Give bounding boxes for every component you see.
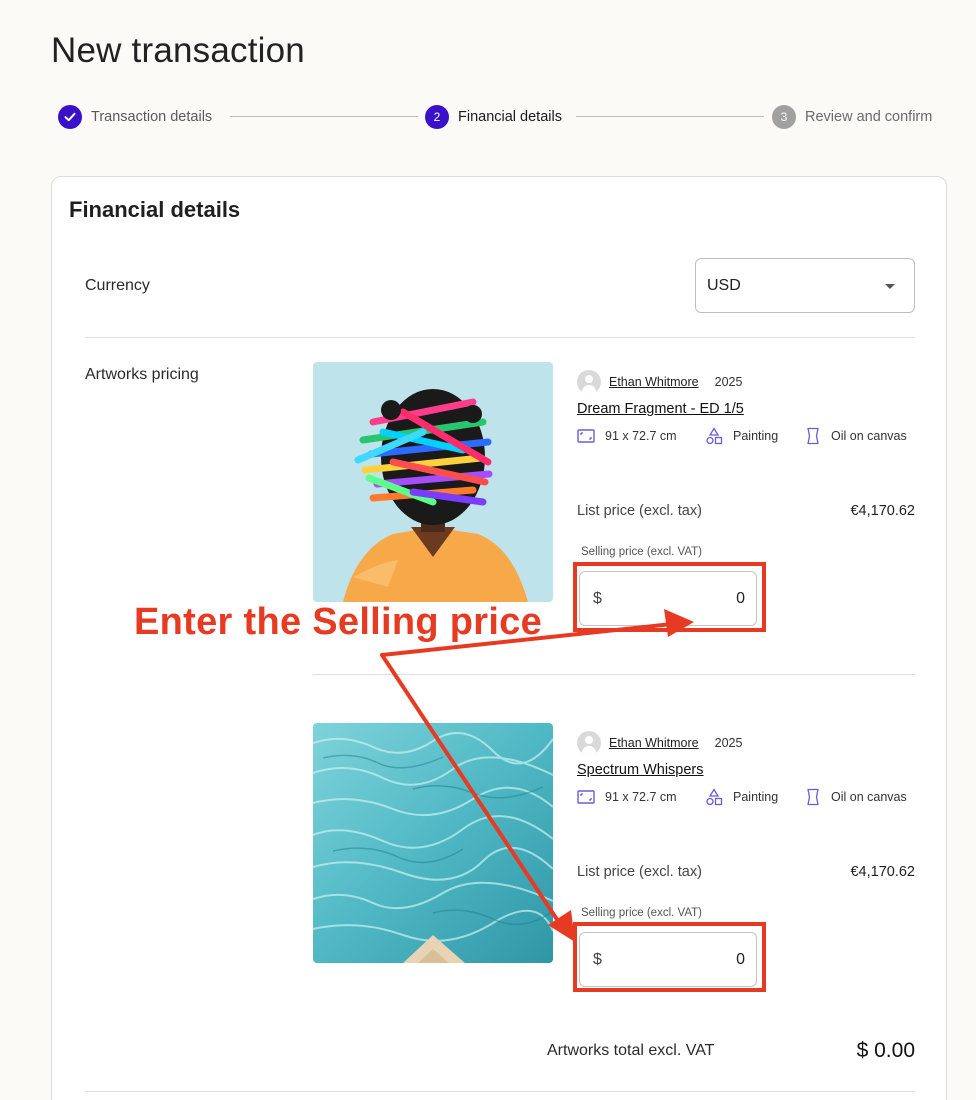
caret-down-icon [885, 284, 895, 289]
step-number: 3 [772, 105, 796, 129]
step-connector [576, 116, 764, 117]
canvas-icon [807, 788, 819, 806]
list-price-label: List price (excl. tax) [577, 864, 702, 880]
artwork-year: 2025 [714, 375, 743, 389]
divider [85, 1091, 915, 1092]
stepper: Transaction details 2 Financial details … [58, 104, 939, 130]
category-spec: Painting [705, 427, 805, 445]
medium-text: Oil on canvas [831, 429, 907, 443]
artwork-info: Ethan Whitmore 2025 Dream Fragment - ED … [577, 370, 915, 446]
artwork-title-link[interactable]: Spectrum Whispers [577, 762, 915, 778]
check-icon [58, 105, 82, 129]
list-price-label: List price (excl. tax) [577, 503, 702, 519]
list-price-row: List price (excl. tax) €4,170.62 [577, 864, 915, 880]
artwork-title-link[interactable]: Dream Fragment - ED 1/5 [577, 401, 915, 417]
artist-link[interactable]: Ethan Whitmore [609, 375, 699, 389]
list-price-value: €4,170.62 [850, 864, 915, 880]
selling-price-label: Selling price (excl. VAT) [581, 907, 702, 919]
avatar [577, 370, 601, 394]
dimensions-icon [577, 429, 595, 443]
dimensions-text: 91 x 72.7 cm [605, 429, 677, 443]
shapes-icon [706, 788, 723, 806]
dimensions-text: 91 x 72.7 cm [605, 790, 677, 804]
step-review-and-confirm[interactable]: 3 Review and confirm [772, 104, 932, 130]
highlight-box [573, 922, 766, 992]
medium-spec: Oil on canvas [805, 788, 907, 806]
artworks-pricing-label: Artworks pricing [85, 366, 199, 383]
list-price-value: €4,170.62 [850, 503, 915, 519]
currency-select[interactable]: USD [695, 258, 915, 313]
total-label: Artworks total excl. VAT [547, 1042, 715, 1059]
dimensions-spec: 91 x 72.7 cm [577, 789, 705, 805]
dimensions-spec: 91 x 72.7 cm [577, 428, 705, 444]
artwork-info: Ethan Whitmore 2025 Spectrum Whispers 91… [577, 731, 915, 807]
canvas-icon [807, 427, 819, 445]
shapes-icon [706, 427, 723, 445]
currency-value: USD [707, 276, 741, 294]
highlight-box [573, 562, 766, 632]
step-label: Review and confirm [805, 109, 933, 125]
avatar [577, 731, 601, 755]
selling-price-label: Selling price (excl. VAT) [581, 546, 702, 558]
artwork-image-dream-fragment [313, 362, 553, 602]
divider [313, 674, 915, 675]
category-spec: Painting [705, 788, 805, 806]
artwork-image-spectrum-whispers [313, 723, 553, 963]
step-label: Transaction details [91, 109, 213, 125]
artist-link[interactable]: Ethan Whitmore [609, 736, 699, 750]
artworks-total-row: Artworks total excl. VAT $ 0.00 [547, 1039, 915, 1063]
medium-spec: Oil on canvas [805, 427, 907, 445]
step-label: Financial details [458, 109, 562, 125]
card-title: Financial details [69, 197, 241, 222]
step-financial-details[interactable]: 2 Financial details [425, 104, 562, 130]
list-price-row: List price (excl. tax) €4,170.62 [577, 503, 915, 519]
step-connector [230, 116, 418, 117]
category-text: Painting [733, 429, 779, 443]
dimensions-icon [577, 790, 595, 804]
divider [85, 337, 915, 338]
medium-text: Oil on canvas [831, 790, 907, 804]
currency-label: Currency [85, 277, 150, 294]
artwork-year: 2025 [714, 736, 743, 750]
total-value: $ 0.00 [856, 1039, 915, 1062]
category-text: Painting [733, 790, 779, 804]
page-title: New transaction [51, 31, 305, 70]
step-number: 2 [425, 105, 449, 129]
step-transaction-details[interactable]: Transaction details [58, 104, 212, 130]
annotation-label: Enter the Selling price [134, 601, 543, 643]
